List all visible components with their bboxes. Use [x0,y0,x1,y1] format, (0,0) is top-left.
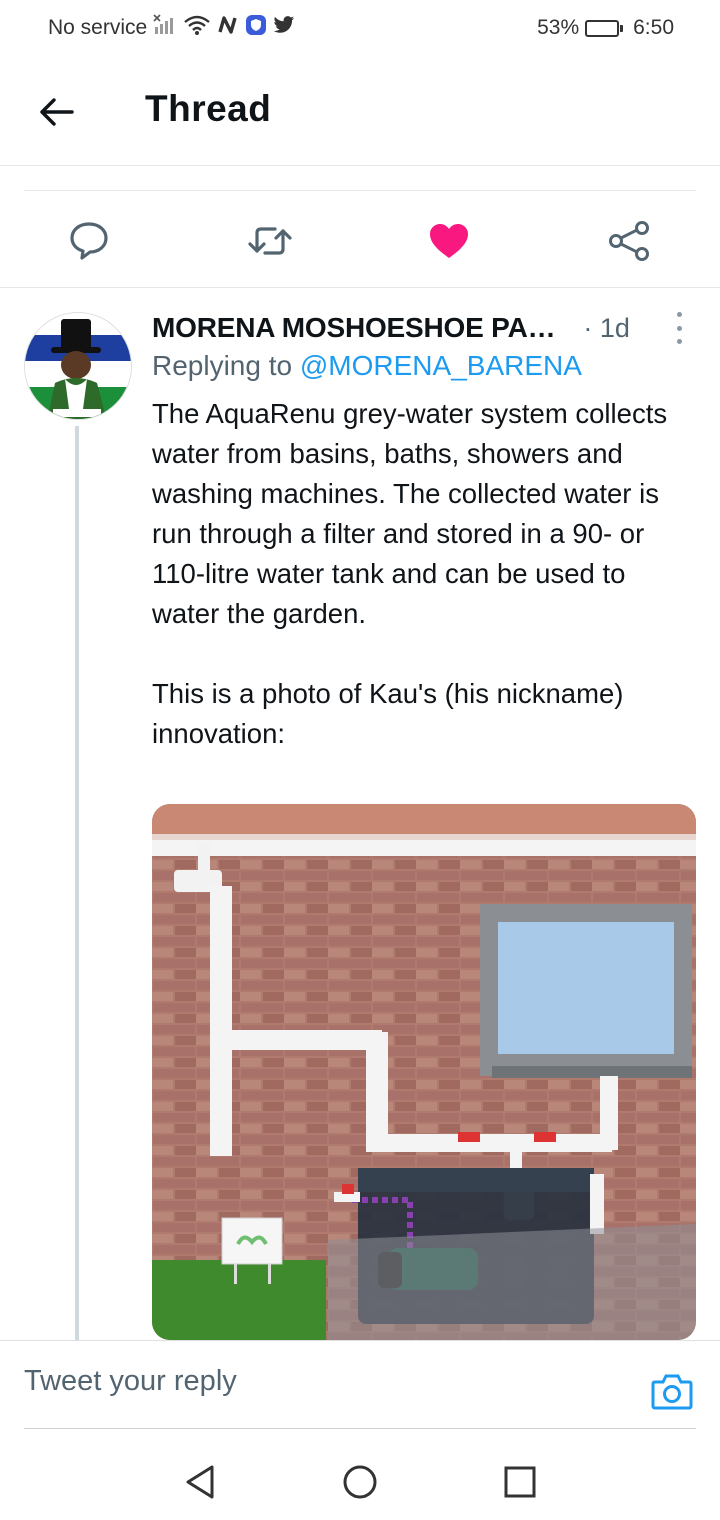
tweet-time: · 1d [583,312,630,343]
replying-prefix: Replying to [152,350,300,381]
tweet-paragraph-2: This is a photo of Kau's (his nickname) … [152,678,624,749]
more-dots-icon [676,312,682,317]
system-nav-bar [0,1440,720,1520]
more-options-button[interactable] [669,312,689,344]
tweet-action-bar [0,192,720,288]
reply-composer: Tweet your reply [0,1340,720,1430]
nav-recents-button[interactable] [498,1460,542,1504]
reply-icon [70,222,108,260]
replying-handle-link[interactable]: @MORENA_BARENA [300,350,582,381]
carrier-text: No service [48,16,148,39]
battery-percent: 53% [537,16,580,39]
thread-line [75,426,79,1340]
replying-to: Replying to @MORENA_BARENA [152,350,582,382]
arrow-left-icon [40,98,74,126]
nav-back-button[interactable] [178,1460,222,1504]
signal-icon [153,14,177,42]
page-title: Thread [145,88,272,129]
nav-home-button[interactable] [338,1460,382,1504]
back-button[interactable] [34,90,78,134]
reply-input[interactable]: Tweet your reply [24,1365,237,1398]
tweet-text: The AquaRenu grey-water system collects … [152,394,697,794]
status-right: 53% 6:50 [537,16,674,40]
retweet-icon [248,227,292,255]
divider [24,190,696,191]
heart-filled-icon [430,224,468,258]
clock: 6:50 [633,16,674,39]
avatar[interactable] [24,312,132,420]
divider [24,1428,696,1429]
tweet-paragraph-1: The AquaRenu grey-water system collects … [152,398,668,629]
status-bar: No service 53% 6:50 [0,0,720,56]
battery-icon [585,19,624,37]
thread-header: Thread [0,56,720,166]
reply-tweet[interactable]: MORENA MOSHOESHOE PA… · 1d Replying to @… [0,290,720,1340]
reply-button[interactable] [64,216,114,266]
camera-button[interactable] [650,1371,694,1411]
twitter-bird-icon [273,15,295,41]
shield-icon [245,14,267,42]
retweet-button[interactable] [245,216,295,266]
camera-icon [651,1374,693,1410]
nav-recents-icon [504,1466,536,1498]
author-name[interactable]: MORENA MOSHOESHOE PA… [152,312,555,344]
share-icon [609,221,649,261]
tweet-header: MORENA MOSHOESHOE PA… · 1d [152,308,697,348]
nav-home-icon [343,1465,377,1499]
nfc-icon [217,14,239,42]
nav-back-icon [186,1465,214,1499]
wifi-icon [183,14,211,42]
tweet-media-image[interactable] [152,804,696,1340]
like-button[interactable] [424,216,474,266]
share-button[interactable] [604,216,654,266]
status-left: No service [48,14,295,42]
grey-water-system-illustration [152,804,696,1340]
